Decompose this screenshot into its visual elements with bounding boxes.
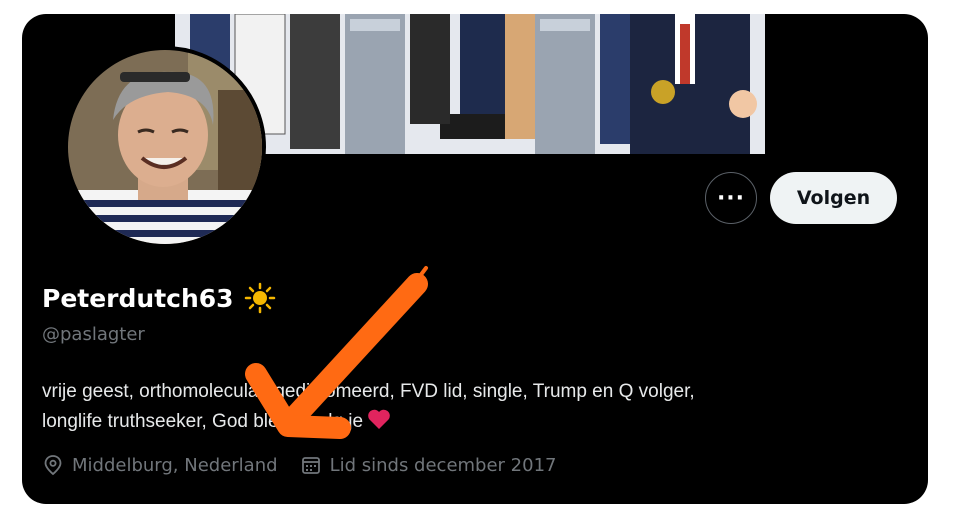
heart-icon — [367, 408, 391, 440]
location-pin-icon — [44, 455, 62, 476]
avatar-photo — [68, 50, 262, 244]
profile-handle: @paslagter — [42, 324, 145, 345]
display-name: Peterdutch63 — [42, 283, 234, 313]
profile-meta: Middelburg, Nederland Lid sinds december… — [42, 454, 579, 476]
avatar[interactable] — [64, 46, 266, 248]
bio-line: longlife truthseeker, God bless, volg je — [42, 411, 364, 432]
joined-text: Lid sinds december 2017 — [329, 454, 557, 476]
bio-line-2: longlife truthseeker, God bless, volg je — [42, 407, 902, 440]
sun-icon — [244, 282, 276, 314]
profile-bio: vrije geest, orthomoleculair gediplomeer… — [42, 377, 902, 440]
calendar-icon — [301, 457, 320, 474]
joined-item: Lid sinds december 2017 — [300, 454, 557, 476]
profile-card: ··· Volgen Peterdutch63 @paslagter vrije… — [22, 14, 928, 504]
location-item: Middelburg, Nederland — [42, 454, 278, 476]
name-row: Peterdutch63 — [42, 282, 276, 314]
more-icon: ··· — [716, 185, 746, 211]
bio-line: vrije geest, orthomoleculair gediplomeer… — [42, 381, 695, 402]
more-options-button[interactable]: ··· — [705, 172, 757, 224]
location-text: Middelburg, Nederland — [72, 454, 278, 476]
follow-button[interactable]: Volgen — [770, 172, 897, 224]
